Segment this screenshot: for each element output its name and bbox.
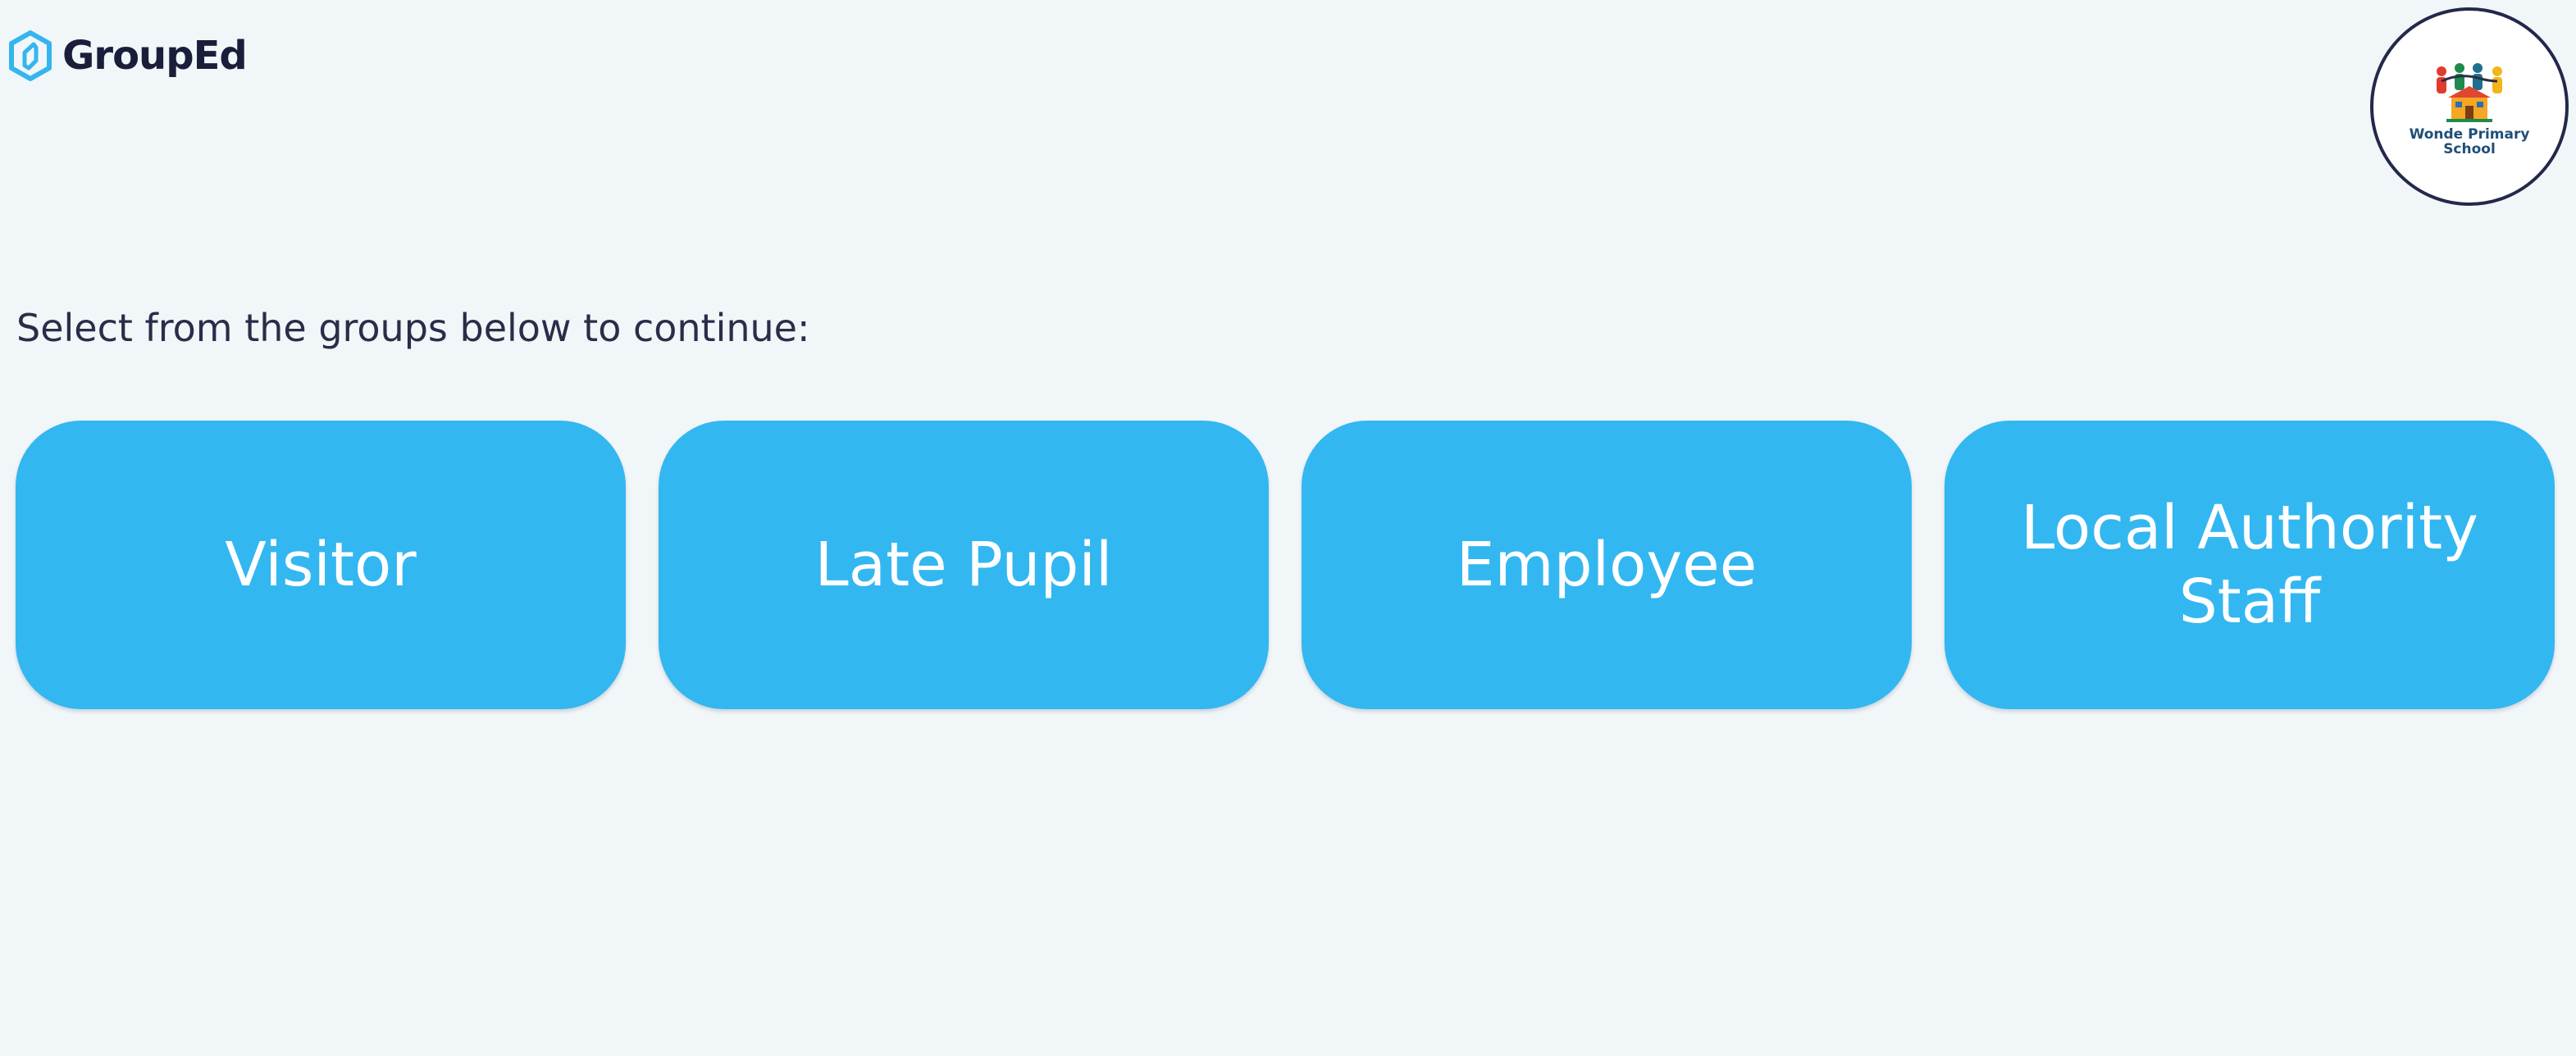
school-children-emblem — [2437, 63, 2502, 122]
brand-logo: GroupEd — [7, 30, 248, 82]
group-button-employee[interactable]: Employee — [1302, 421, 1912, 709]
instruction-text: Select from the groups below to continue… — [16, 306, 810, 350]
group-label: Late Pupil — [814, 530, 1113, 600]
group-button-visitor[interactable]: Visitor — [16, 421, 626, 709]
page: GroupEd Wonde Primary School Select from… — [0, 0, 2576, 1056]
group-label: Visitor — [225, 530, 417, 600]
group-label: Local Authority Staff — [2021, 493, 2478, 637]
group-button-local-authority-staff[interactable]: Local Authority Staff — [1945, 421, 2555, 709]
brand-name: GroupEd — [62, 33, 248, 79]
group-label: Employee — [1456, 530, 1758, 600]
school-logo: Wonde Primary School — [2370, 7, 2569, 206]
group-button-late-pupil[interactable]: Late Pupil — [659, 421, 1269, 709]
group-options: Visitor Late Pupil Employee Local Author… — [16, 421, 2556, 709]
school-name: Wonde Primary School — [2409, 126, 2530, 157]
hexagon-logo-icon — [9, 30, 52, 81]
